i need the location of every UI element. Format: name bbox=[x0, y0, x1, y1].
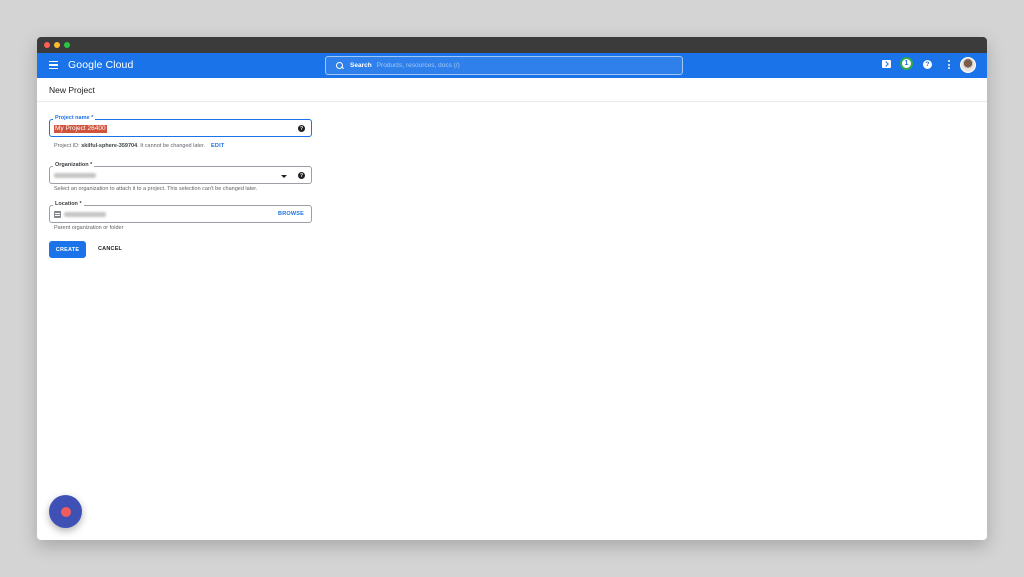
record-icon bbox=[60, 506, 71, 517]
search-icon bbox=[336, 61, 344, 70]
create-button[interactable]: CREATE bbox=[49, 241, 86, 258]
cancel-button[interactable]: CANCEL bbox=[98, 246, 122, 252]
project-name-label: Project name * bbox=[53, 114, 96, 122]
minimize-window-dot[interactable] bbox=[54, 42, 60, 48]
close-window-dot[interactable] bbox=[44, 42, 50, 48]
organization-helper: Select an organization to attach it to a… bbox=[54, 186, 258, 192]
avatar[interactable] bbox=[960, 57, 976, 73]
help-icon[interactable]: ? bbox=[298, 172, 305, 179]
organization-value-redacted bbox=[54, 173, 96, 178]
project-id-suffix: . It cannot be changed later. bbox=[137, 143, 206, 149]
project-id-value: skilful-sphere-359704 bbox=[81, 143, 138, 149]
browse-button[interactable]: BROWSE bbox=[278, 211, 304, 217]
location-field[interactable]: Location * BROWSE bbox=[49, 200, 312, 223]
maximize-window-dot[interactable] bbox=[64, 42, 70, 48]
more-vert-icon[interactable] bbox=[947, 60, 950, 69]
page-title: New Project bbox=[49, 84, 95, 95]
project-id-note: Project ID: skilful-sphere-359704. It ca… bbox=[54, 143, 224, 149]
location-label: Location * bbox=[53, 200, 84, 208]
notification-badge[interactable]: 1 bbox=[900, 57, 913, 70]
record-fab-button[interactable] bbox=[49, 495, 82, 528]
project-name-field[interactable]: Project name * My Project 26400 ? bbox=[49, 114, 312, 137]
edit-project-id-link[interactable]: EDIT bbox=[211, 143, 224, 149]
chevron-down-icon[interactable] bbox=[281, 175, 287, 178]
menu-icon[interactable] bbox=[49, 61, 58, 69]
search-bar[interactable]: Search Products, resources, docs (/) bbox=[325, 56, 683, 75]
location-helper: Parent organization or folder bbox=[54, 225, 124, 231]
search-label: Search bbox=[350, 62, 372, 69]
help-icon[interactable]: ? bbox=[923, 60, 932, 69]
page-header: New Project bbox=[37, 78, 987, 102]
window-titlebar bbox=[37, 37, 987, 53]
help-icon[interactable]: ? bbox=[298, 125, 305, 132]
location-value-redacted bbox=[64, 212, 106, 217]
organization-select[interactable]: Organization * ? bbox=[49, 161, 312, 184]
browser-window: Google Cloud Search Products, resources,… bbox=[37, 37, 987, 540]
brand-logo[interactable]: Google Cloud bbox=[68, 59, 133, 71]
search-placeholder: Products, resources, docs (/) bbox=[376, 62, 460, 69]
building-icon bbox=[54, 211, 61, 218]
top-app-bar: Google Cloud Search Products, resources,… bbox=[37, 53, 987, 78]
project-name-value[interactable]: My Project 26400 bbox=[54, 125, 107, 133]
organization-label: Organization * bbox=[53, 161, 95, 169]
project-id-prefix: Project ID: bbox=[54, 143, 82, 149]
terminal-icon[interactable] bbox=[882, 60, 891, 68]
